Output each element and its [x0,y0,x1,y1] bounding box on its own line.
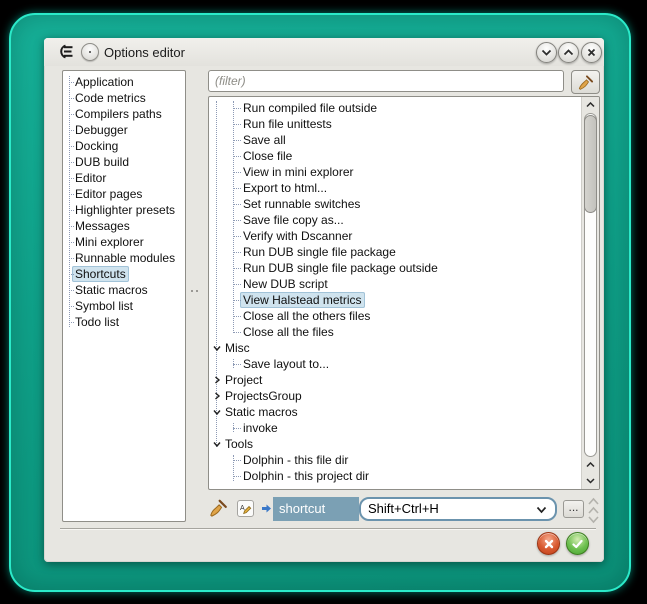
tree-item[interactable]: Run compiled file outside [209,100,581,116]
tree-item[interactable]: Run file unittests [209,116,581,132]
sidebar-item-mini-explorer[interactable]: Mini explorer [63,234,185,250]
chevron-up-icon [586,462,595,468]
chevron-down-icon[interactable] [536,506,547,514]
tree-item[interactable]: View in mini explorer [209,164,581,180]
chevron-right-icon[interactable] [212,375,222,385]
scroll-up-button[interactable] [582,457,599,473]
edit-pencil-icon[interactable]: A [237,500,254,517]
arrow-right-icon [261,503,272,514]
options-editor-window: Options editor Application Code metrics … [44,38,604,562]
sticky-button[interactable] [81,43,99,61]
chevron-right-icon[interactable] [212,391,222,401]
minimize-button[interactable] [536,42,557,63]
shortcuts-panel: Run compiled file outside Run file unitt… [208,70,600,526]
cancel-button[interactable] [537,532,560,555]
tree-item[interactable]: Close file [209,148,581,164]
tree-item[interactable]: Save file copy as... [209,212,581,228]
tree-group[interactable]: ProjectsGroup [209,388,581,404]
x-icon [587,48,596,57]
property-grid-scroll-buttons[interactable] [587,495,600,525]
chevron-down-icon[interactable] [212,407,222,417]
chevron-down-icon [586,478,595,484]
chevron-up-icon [563,49,574,56]
accept-button[interactable] [566,532,589,555]
tree-item[interactable]: Save all [209,132,581,148]
tree-item[interactable]: Set runnable switches [209,196,581,212]
sticky-dot-icon [89,51,91,53]
maximize-button[interactable] [558,42,579,63]
splitter-handle[interactable] [191,289,201,293]
sidebar-item-code-metrics[interactable]: Code metrics [63,90,185,106]
shortcut-property-editor: A shortcut Shift+Ctrl+H ... [208,494,600,524]
sidebar-item-editor[interactable]: Editor [63,170,185,186]
tree-item[interactable]: Close all the files [209,324,581,340]
tree-group[interactable]: Misc [209,340,581,356]
sidebar-item-docking[interactable]: Docking [63,138,185,154]
sidebar-item-static-macros[interactable]: Static macros [63,282,185,298]
tree-item[interactable]: Verify with Dscanner [209,228,581,244]
tree-item[interactable]: New DUB script [209,276,581,292]
filter-input[interactable] [208,70,564,92]
shortcut-value-combo[interactable]: Shift+Ctrl+H [359,497,557,521]
broom-icon[interactable] [208,498,228,518]
scroll-down-button[interactable] [582,473,599,489]
property-name-cell[interactable]: shortcut [273,497,359,521]
more-button[interactable]: ... [563,500,584,518]
sidebar-item-messages[interactable]: Messages [63,218,185,234]
tree-item[interactable]: Save layout to... [209,356,581,372]
scrollbar-thumb[interactable] [584,115,597,213]
chevron-up-icon [586,102,595,108]
tree-item[interactable]: Run DUB single file package outside [209,260,581,276]
sidebar-item-editor-pages[interactable]: Editor pages [63,186,185,202]
sidebar-item-application[interactable]: Application [63,74,185,90]
tree-item[interactable]: Dolphin - this file dir [209,452,581,468]
chevron-down-icon[interactable] [212,343,222,353]
chevron-down-icon [541,49,552,56]
sidebar-item-debugger[interactable]: Debugger [63,122,185,138]
tree-item[interactable]: Export to html... [209,180,581,196]
x-icon [544,539,554,549]
sidebar-item-highlighter-presets[interactable]: Highlighter presets [63,202,185,218]
sidebar-item-dub-build[interactable]: DUB build [63,154,185,170]
tree-item[interactable]: invoke [209,420,581,436]
tree-group[interactable]: Project [209,372,581,388]
dexed-logo [57,43,74,60]
tree-item[interactable]: Close all the others files [209,308,581,324]
sidebar-item-runnable-modules[interactable]: Runnable modules [63,250,185,266]
check-icon [572,539,583,549]
broom-icon [577,74,594,91]
close-button[interactable] [581,42,602,63]
tree-item[interactable]: Dolphin - this project dir [209,468,581,484]
sidebar-item-todo-list[interactable]: Todo list [63,314,185,330]
tree-group[interactable]: Tools [209,436,581,452]
screen: Options editor Application Code metrics … [0,0,647,604]
sidebar-item-shortcuts[interactable]: Shortcuts [63,266,185,282]
tree-item[interactable]: Run DUB single file package [209,244,581,260]
window-title: Options editor [104,45,185,60]
tree-item-selected[interactable]: View Halstead metrics [209,292,581,308]
titlebar[interactable]: Options editor [44,38,604,66]
scroll-up-button[interactable] [582,97,599,113]
shortcut-tree[interactable]: Run compiled file outside Run file unitt… [208,96,600,490]
sidebar-item-compilers-paths[interactable]: Compilers paths [63,106,185,122]
tree-scrollbar[interactable] [581,97,599,489]
tree-group[interactable]: Static macros [209,404,581,420]
chevron-down-icon[interactable] [212,439,222,449]
footer-bar [60,528,596,555]
sidebar-item-symbol-list[interactable]: Symbol list [63,298,185,314]
clear-filter-button[interactable] [571,70,600,94]
category-list[interactable]: Application Code metrics Compilers paths… [62,70,186,522]
